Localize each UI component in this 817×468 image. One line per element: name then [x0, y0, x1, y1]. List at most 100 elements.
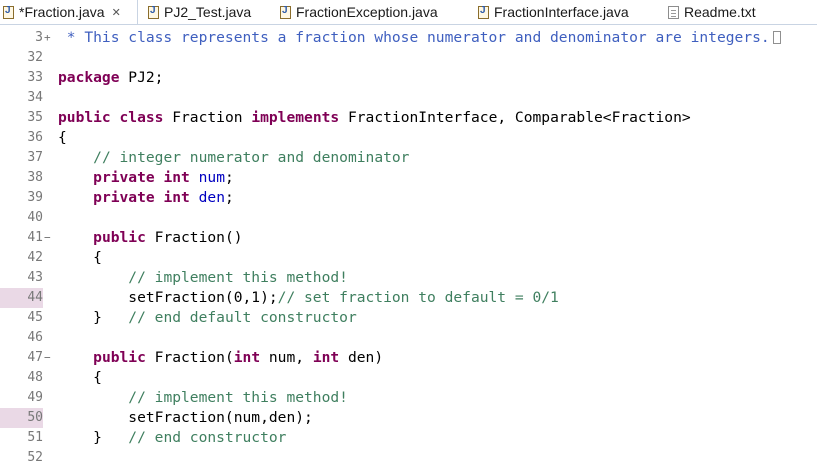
java-file-icon: [478, 5, 489, 19]
collapse-fold-icon[interactable]: −: [44, 348, 54, 368]
code-text: private int den;: [58, 188, 234, 208]
code-token: }: [58, 429, 129, 446]
expand-fold-icon[interactable]: +: [44, 28, 54, 48]
code-text: {: [58, 248, 102, 268]
keyword-token: public: [93, 229, 146, 246]
code-token: num,: [260, 349, 313, 366]
code-line[interactable]: 40: [0, 208, 817, 228]
keyword-token: int: [233, 349, 261, 366]
tab-label: FractionInterface.java: [494, 4, 629, 20]
keyword-token: public: [58, 109, 111, 126]
line-number: 48: [27, 370, 43, 385]
code-token: setFraction(0,1);: [58, 289, 278, 306]
line-number: 51: [27, 430, 43, 445]
tab-label: *Fraction.java: [19, 4, 105, 20]
tab-pj2-test-java[interactable]: PJ2_Test.java: [146, 0, 251, 24]
code-line[interactable]: 46: [0, 328, 817, 348]
line-number: 37: [27, 150, 43, 165]
code-text: package PJ2;: [58, 68, 163, 88]
code-line[interactable]: 33 package PJ2;: [0, 68, 817, 88]
code-line[interactable]: 3 + * This class represents a fraction wh…: [0, 28, 817, 48]
code-token: ;: [224, 169, 234, 186]
code-line[interactable]: 38 private int num;: [0, 168, 817, 188]
code-line[interactable]: 39 private int den;: [0, 188, 817, 208]
keyword-token: int: [163, 189, 190, 206]
comment-token: // integer numerator and denominator: [93, 149, 410, 166]
java-file-icon: [148, 5, 159, 19]
field-token: den: [198, 189, 225, 206]
line-number: 50: [0, 408, 43, 428]
code-token: {: [58, 249, 102, 266]
java-file-icon: [3, 5, 14, 19]
code-text: // integer numerator and denominator: [58, 148, 409, 168]
tab-fraction-java[interactable]: *Fraction.java ✕: [0, 0, 138, 24]
code-line[interactable]: 51 } // end constructor: [0, 428, 817, 448]
tab-fractionexception-java[interactable]: FractionException.java: [278, 0, 438, 24]
code-text: {: [58, 128, 67, 148]
code-line[interactable]: 52: [0, 448, 817, 468]
close-icon[interactable]: ✕: [112, 6, 121, 19]
code-text: setFraction(0,1);// set fraction to defa…: [58, 288, 559, 308]
text-file-icon: [668, 5, 679, 19]
code-line[interactable]: 45 } // end default constructor: [0, 308, 817, 328]
line-number: 34: [27, 90, 43, 105]
tab-readme-txt[interactable]: Readme.txt: [666, 0, 756, 24]
code-text: private int num;: [58, 168, 234, 188]
comment-token: // end default constructor: [128, 309, 357, 326]
code-line[interactable]: 47− public Fraction(int num, int den): [0, 348, 817, 368]
code-line[interactable]: 35 public class Fraction implements Fract…: [0, 108, 817, 128]
code-line[interactable]: 50 setFraction(num,den);: [0, 408, 817, 428]
line-number: 35: [27, 110, 43, 125]
tab-fractioninterface-java[interactable]: FractionInterface.java: [476, 0, 629, 24]
code-line[interactable]: 49 // implement this method!: [0, 388, 817, 408]
code-text: public Fraction(): [58, 228, 242, 248]
comment-token: // end constructor: [128, 429, 287, 446]
line-number: 33: [27, 70, 43, 85]
code-line[interactable]: 41− public Fraction(): [0, 228, 817, 248]
comment-token: // set fraction to default = 0/1: [277, 289, 559, 306]
keyword-token: public: [93, 349, 146, 366]
collapse-fold-icon[interactable]: −: [44, 228, 54, 248]
code-line[interactable]: 36 {: [0, 128, 817, 148]
code-line[interactable]: 43 // implement this method!: [0, 268, 817, 288]
code-text: // implement this method!: [58, 268, 348, 288]
collapsed-block-icon[interactable]: [772, 31, 781, 44]
code-text: // implement this method!: [58, 388, 348, 408]
code-token: den): [339, 349, 384, 366]
line-number: 32: [27, 50, 43, 65]
line-number: 42: [27, 250, 43, 265]
code-text: public Fraction(int num, int den): [58, 348, 383, 368]
code-token: }: [58, 309, 129, 326]
code-token: {: [58, 369, 102, 386]
keyword-token: int: [163, 169, 190, 186]
tab-label: PJ2_Test.java: [164, 4, 252, 20]
code-line[interactable]: 48 {: [0, 368, 817, 388]
keyword-token: package: [58, 69, 120, 86]
java-file-icon: [280, 5, 291, 19]
code-line[interactable]: 42 {: [0, 248, 817, 268]
javadoc-token: * This class represents a fraction whose…: [58, 29, 770, 46]
line-number: 43: [27, 270, 43, 285]
code-line[interactable]: 34: [0, 88, 817, 108]
code-text: } // end default constructor: [58, 308, 357, 328]
code-line[interactable]: 37 // integer numerator and denominator: [0, 148, 817, 168]
code-editor[interactable]: 3 + * This class represents a fraction wh…: [0, 25, 817, 465]
line-number: 47: [27, 350, 43, 365]
code-line[interactable]: 44 setFraction(0,1);// set fraction to d…: [0, 288, 817, 308]
code-token: PJ2;: [119, 69, 164, 86]
keyword-token: class: [119, 109, 164, 126]
code-line[interactable]: 32: [0, 48, 817, 68]
line-number: 41: [27, 230, 43, 245]
line-number: 40: [27, 210, 43, 225]
editor-tab-bar: *Fraction.java ✕ PJ2_Test.java FractionE…: [0, 0, 817, 25]
keyword-token: int: [312, 349, 340, 366]
code-token: {: [58, 129, 67, 146]
code-text: * This class represents a fraction whose…: [58, 28, 781, 48]
